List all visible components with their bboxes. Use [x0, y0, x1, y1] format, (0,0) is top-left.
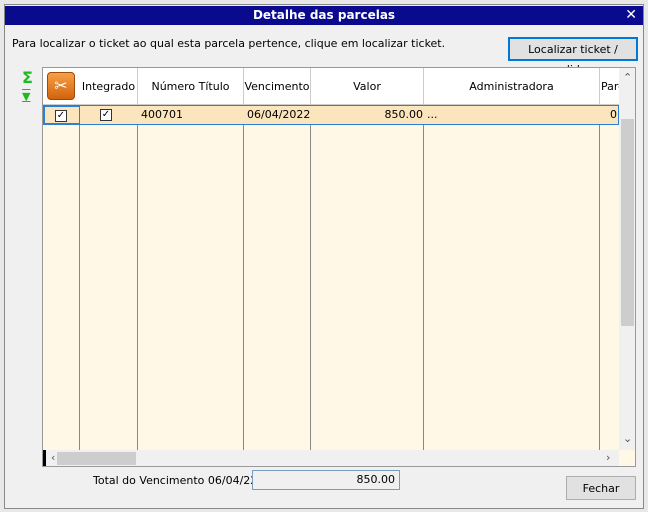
vertical-scroll-thumb[interactable]: [621, 119, 634, 326]
sum-icon[interactable]: Σ: [22, 68, 33, 87]
cell-numero-titulo: 400701: [141, 108, 183, 121]
dialog-window: Detalhe das parcelas ✕ Para localizar o …: [4, 4, 644, 509]
cell-vencimento: 06/04/2022: [247, 108, 311, 121]
cell-administradora: ...: [427, 108, 438, 121]
fechar-button[interactable]: Fechar: [566, 476, 636, 500]
total-value: 850.00: [252, 470, 400, 490]
select-checkbox[interactable]: ✓: [55, 110, 67, 122]
scroll-left-icon[interactable]: ‹: [51, 451, 55, 464]
cell-parc: 0: [610, 108, 617, 121]
cell-valor: 850.00: [384, 108, 424, 121]
header-integrado[interactable]: Integrado: [80, 68, 138, 105]
total-label: Total do Vencimento 06/04/22:: [93, 474, 262, 487]
vertical-scrollbar[interactable]: ⌃ ⌄: [619, 68, 635, 450]
scroll-down-icon[interactable]: ⌄: [623, 432, 632, 445]
header-administradora[interactable]: Administradora: [424, 68, 600, 105]
title-bar: Detalhe das parcelas ✕: [5, 6, 643, 25]
window-title: Detalhe das parcelas: [252, 8, 396, 22]
filter-icon[interactable]: ▼: [22, 90, 30, 103]
close-icon[interactable]: ✕: [625, 6, 637, 25]
header-parc[interactable]: Parc: [600, 68, 619, 105]
info-text: Para localizar o ticket ao qual esta par…: [12, 37, 446, 50]
parcelas-grid: ✂ Integrado Número Título Vencimento Val…: [42, 67, 636, 467]
localizar-ticket-button[interactable]: Localizar ticket / pedido...: [508, 37, 638, 76]
scroll-up-icon[interactable]: ⌃: [623, 71, 632, 84]
scroll-right-icon[interactable]: ›: [606, 451, 610, 464]
tools-icon[interactable]: ✂: [47, 72, 75, 100]
horizontal-scroll-thumb[interactable]: [57, 452, 136, 465]
integrado-checkbox[interactable]: ✓: [100, 109, 112, 121]
header-vencimento[interactable]: Vencimento: [244, 68, 311, 105]
header-numero-titulo[interactable]: Número Título: [138, 68, 244, 105]
horizontal-scrollbar[interactable]: ‹ ›: [43, 450, 619, 466]
table-row[interactable]: ✓ ✓ 400701 06/04/2022 850.00 ... 0: [43, 105, 619, 125]
grid-header: ✂ Integrado Número Título Vencimento Val…: [43, 68, 619, 105]
header-valor[interactable]: Valor: [311, 68, 424, 105]
